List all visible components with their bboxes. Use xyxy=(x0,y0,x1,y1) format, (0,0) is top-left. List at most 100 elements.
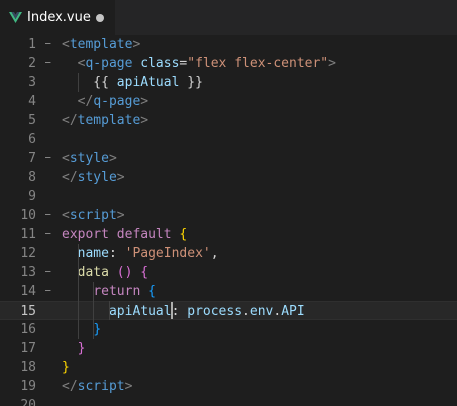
code-line[interactable]: 20 xyxy=(0,396,457,406)
code-token: < xyxy=(62,37,70,52)
code-token: style xyxy=(69,151,109,166)
code-text: } xyxy=(62,320,101,339)
code-line[interactable]: 18} xyxy=(0,358,457,377)
code-token: style xyxy=(77,170,117,185)
code-line[interactable]: 4 </q-page> xyxy=(0,92,457,111)
code-token: class xyxy=(140,56,180,71)
code-text: <script> xyxy=(62,206,125,225)
code-line[interactable]: 11 — export default { xyxy=(0,225,457,244)
code-token: { xyxy=(179,227,188,242)
code-text: } xyxy=(62,358,70,377)
line-number: 16 xyxy=(20,322,36,337)
tab-bar: Index.vue xyxy=(0,0,457,35)
line-number: 2 xyxy=(28,56,36,71)
code-line[interactable]: 12 name: 'PageIndex', xyxy=(0,244,457,263)
tab-index-vue[interactable]: Index.vue xyxy=(0,0,115,35)
code-token: . xyxy=(273,304,282,319)
code-line[interactable]: 19 </script> xyxy=(0,377,457,396)
code-line[interactable]: 13 — data () { xyxy=(0,263,457,282)
code-token: template xyxy=(77,113,141,128)
code-text: name: 'PageIndex', xyxy=(62,244,219,263)
code-text: apiAtual: process.env.API xyxy=(62,302,305,321)
code-token: > xyxy=(108,151,117,166)
code-token: {{ xyxy=(62,75,117,90)
line-number: 14 xyxy=(20,284,36,299)
code-token: > xyxy=(116,170,125,185)
code-line[interactable]: 16 } xyxy=(0,320,457,339)
code-token: export xyxy=(62,227,109,242)
unsaved-changes-dot-icon[interactable] xyxy=(96,14,104,22)
code-token: { xyxy=(148,284,156,299)
line-number: 4 xyxy=(28,94,36,109)
code-line[interactable]: 3 {{ apiAtual }} xyxy=(0,73,457,92)
line-number: 18 xyxy=(20,360,36,375)
code-line[interactable]: 10 — <script> xyxy=(0,206,457,225)
code-text: data () { xyxy=(62,263,148,282)
code-token: < xyxy=(62,208,70,223)
fold-collapse-icon[interactable]: — xyxy=(45,282,50,301)
fold-collapse-icon[interactable]: — xyxy=(45,225,50,244)
code-text: </q-page> xyxy=(62,92,148,111)
code-editor[interactable]: 1— <template> 2— <q-page class="flex flex-… xyxy=(0,35,457,406)
code-line[interactable]: 17 } xyxy=(0,339,457,358)
code-token: env xyxy=(249,304,274,319)
code-token: > xyxy=(140,113,149,128)
code-token: , xyxy=(210,246,219,261)
fold-collapse-icon[interactable]: — xyxy=(45,54,50,73)
code-token: data xyxy=(77,265,109,280)
line-number: 20 xyxy=(20,398,36,406)
code-token: } xyxy=(93,322,102,337)
code-token: apiAtual xyxy=(108,304,172,319)
line-number: 10 xyxy=(20,208,36,223)
code-token: script xyxy=(77,379,125,394)
code-token: </ xyxy=(62,170,78,185)
code-line[interactable]: 14 — return { xyxy=(0,282,457,301)
code-line[interactable]: 9 xyxy=(0,187,457,206)
code-line[interactable]: 15 apiAtual: process.env.API xyxy=(0,301,457,320)
code-line[interactable]: 8 </style> xyxy=(0,168,457,187)
line-number: 15 xyxy=(20,304,36,319)
code-line[interactable]: 6 xyxy=(0,130,457,149)
code-token: > xyxy=(132,37,141,52)
code-token: apiAtual xyxy=(116,75,180,90)
fold-collapse-icon[interactable]: — xyxy=(45,263,50,282)
code-token: return xyxy=(93,284,141,299)
code-line[interactable]: 1 — <template> xyxy=(0,35,457,54)
fold-collapse-icon[interactable]: — xyxy=(45,35,50,54)
code-token: > xyxy=(116,208,125,223)
fold-collapse-icon[interactable]: — xyxy=(45,149,50,168)
code-token: { xyxy=(140,265,149,280)
code-token: default xyxy=(116,227,172,242)
line-number: 8 xyxy=(28,170,36,185)
code-token: () xyxy=(116,265,133,280)
text-cursor xyxy=(171,302,174,319)
code-token: API xyxy=(281,304,305,319)
line-number: 3 xyxy=(28,75,36,90)
code-token: q-page xyxy=(93,94,141,109)
fold-collapse-icon[interactable]: — xyxy=(45,206,50,225)
line-number: 19 xyxy=(20,379,36,394)
code-text: <style> xyxy=(62,149,117,168)
tab-title: Index.vue xyxy=(27,10,91,25)
code-line[interactable]: 5 </template> xyxy=(0,111,457,130)
line-number: 13 xyxy=(20,265,36,280)
code-line[interactable]: 7 — <style> xyxy=(0,149,457,168)
code-token: > xyxy=(124,379,133,394)
indent-guide xyxy=(93,282,95,339)
code-token: : xyxy=(171,304,188,319)
indent-guide xyxy=(77,73,79,92)
code-text: {{ apiAtual }} xyxy=(62,73,203,92)
code-token: </ xyxy=(62,113,78,128)
line-number: 11 xyxy=(20,227,36,242)
code-line[interactable]: 2 — <q-page class="flex flex-center"> xyxy=(0,54,457,73)
line-number: 6 xyxy=(28,132,36,147)
code-token: script xyxy=(69,208,117,223)
code-token: "flex flex-center" xyxy=(187,56,329,71)
